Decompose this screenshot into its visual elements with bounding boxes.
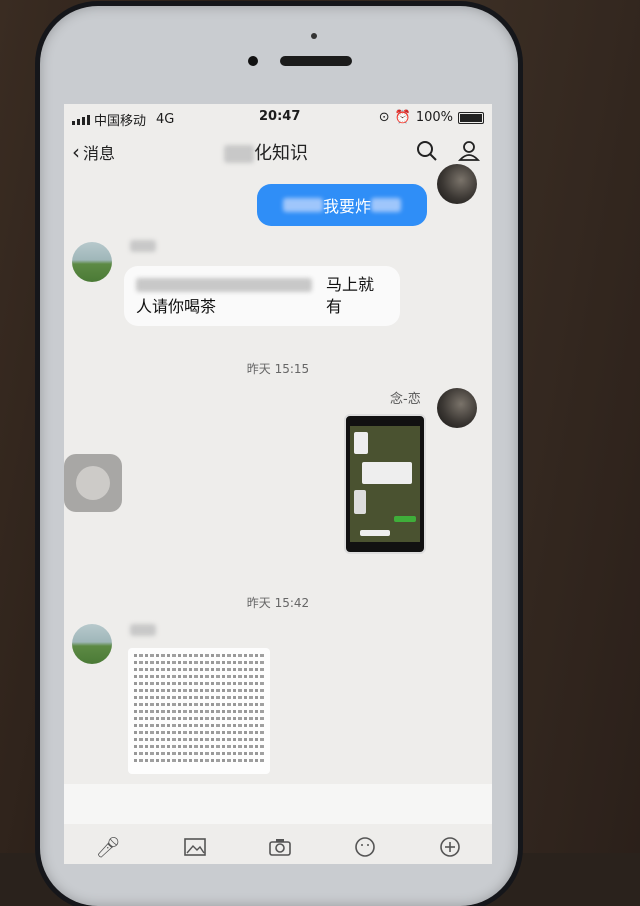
timestamp: 昨天 15:15 <box>246 362 310 376</box>
chat-header: ‹ 消息 化知识 <box>64 130 492 174</box>
outgoing-message-text: 我要炸 <box>322 197 371 216</box>
input-toolbar: 🎤︎ <box>64 830 492 864</box>
status-bar: 中国移动 4G 20:47 ⊙ ⏰ 100% <box>64 104 492 130</box>
battery-icon <box>458 111 484 124</box>
alarm-icon: ⏰ <box>394 110 411 125</box>
contact-nickname-blurred <box>130 624 156 636</box>
timestamp: 昨天 15:42 <box>246 596 310 610</box>
battery-percent: 100% <box>415 110 453 125</box>
outgoing-message[interactable]: 我要炸 <box>257 184 427 226</box>
contact-avatar[interactable] <box>72 624 112 664</box>
sticker-message[interactable] <box>64 454 122 512</box>
network-label: 4G <box>156 112 175 127</box>
image-message-document[interactable] <box>128 648 270 774</box>
sender-nickname: 念-恋 <box>390 392 421 407</box>
camera-icon[interactable] <box>268 838 291 856</box>
blurred-title-part <box>224 145 254 163</box>
search-icon[interactable] <box>416 140 438 162</box>
chat-title-text: 化知识 <box>254 143 308 164</box>
blurred-text <box>282 198 323 212</box>
signal-icon <box>72 114 90 125</box>
voice-icon[interactable]: 🎤︎ <box>95 835 120 859</box>
my-avatar[interactable] <box>437 388 477 428</box>
chevron-left-icon: ‹ <box>72 140 80 164</box>
front-camera <box>311 33 317 39</box>
earpiece-speaker <box>280 56 352 66</box>
message-line-1-text: 马上就有 <box>326 275 375 316</box>
blurred-text <box>136 278 312 292</box>
my-avatar[interactable] <box>437 164 477 204</box>
status-time: 20:47 <box>259 109 301 124</box>
image-icon[interactable] <box>183 838 206 856</box>
chat-screen: 中国移动 4G 20:47 ⊙ ⏰ 100% ‹ 消息 化知识 我要炸 马上就有… <box>64 104 492 864</box>
message-line-1: 马上就有 <box>136 274 388 316</box>
message-input[interactable] <box>64 784 492 824</box>
contact-avatar[interactable] <box>72 242 112 282</box>
group-members-icon[interactable] <box>458 140 480 162</box>
incoming-message[interactable]: 马上就有 人请你喝茶 <box>124 266 400 326</box>
carrier-label: 中国移动 <box>94 114 147 129</box>
back-button[interactable]: ‹ 消息 <box>72 140 115 164</box>
emoji-icon[interactable] <box>354 836 376 858</box>
lock-rotation-icon: ⊙ <box>378 110 390 125</box>
back-label: 消息 <box>83 144 116 163</box>
image-message-screenshot[interactable] <box>344 414 426 554</box>
chat-title: 化知识 <box>224 139 308 165</box>
plus-icon[interactable] <box>439 836 461 858</box>
contact-nickname-blurred <box>130 240 156 252</box>
proximity-sensor <box>248 56 258 66</box>
blurred-text <box>371 198 401 212</box>
